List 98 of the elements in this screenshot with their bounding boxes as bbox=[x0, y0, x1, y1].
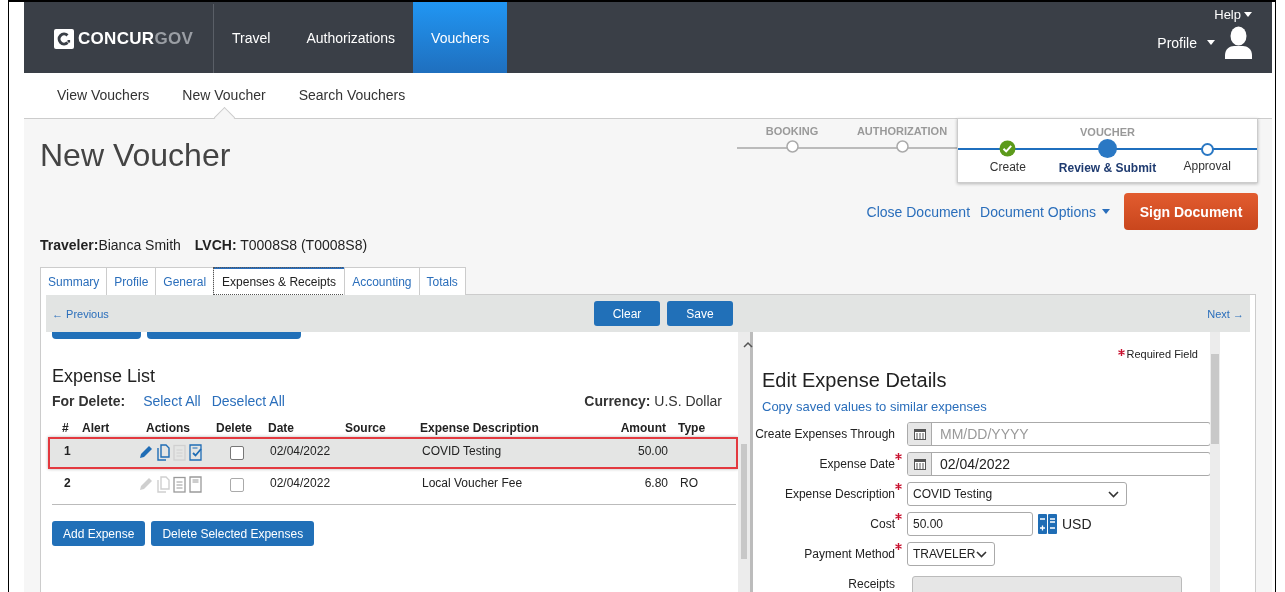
column-header: Alert bbox=[81, 421, 111, 435]
delete-button[interactable]: Delete Selected Expenses bbox=[151, 521, 315, 546]
subnav-link[interactable]: View Vouchers bbox=[57, 73, 150, 117]
tab[interactable]: Totals bbox=[418, 267, 466, 295]
column-header: Type bbox=[677, 421, 707, 435]
link[interactable]: Deselect All bbox=[211, 393, 285, 409]
copy-values-link[interactable]: Copy saved values to similar expenses bbox=[762, 399, 1198, 414]
column-header: Expense Description bbox=[419, 421, 540, 435]
column-header: Delete bbox=[215, 421, 254, 435]
scrollbar[interactable] bbox=[1210, 332, 1220, 592]
cost-field[interactable]: 50.00 bbox=[907, 512, 1033, 536]
required-icon bbox=[1118, 349, 1126, 356]
caret-down-icon bbox=[1102, 209, 1110, 214]
receipts-field[interactable] bbox=[912, 576, 1182, 592]
add-expense-button[interactable]: Add Expense bbox=[52, 521, 146, 546]
table-cell-text: COVID Testing bbox=[421, 443, 503, 458]
date-field[interactable]: 02/04/2022 bbox=[907, 452, 1210, 476]
field-label: Receipts bbox=[848, 577, 895, 591]
field-label: Expense Date bbox=[819, 457, 895, 471]
document-options-menu[interactable]: Document Options bbox=[980, 203, 1110, 220]
tab[interactable]: Accounting bbox=[344, 267, 420, 295]
page-title: New Voucher bbox=[40, 137, 231, 174]
column-header: Amount bbox=[619, 421, 667, 435]
field-label: Create Expenses Through bbox=[755, 427, 895, 441]
traveler-info: Traveler:Bianca Smith bbox=[40, 237, 181, 253]
caret-down-icon bbox=[1244, 12, 1252, 17]
currency-code: USD bbox=[1062, 516, 1092, 532]
calendar-icon[interactable] bbox=[913, 458, 926, 470]
toolbar-button[interactable]: Clear bbox=[594, 301, 660, 326]
link[interactable]: Select All bbox=[143, 393, 201, 409]
subnav-link[interactable]: Search Vouchers bbox=[298, 73, 406, 117]
logo-text: CONCURGOV bbox=[78, 28, 194, 49]
table-cell-text: 02/04/2022 bbox=[269, 475, 332, 490]
panel-title: Edit Expense Details bbox=[762, 369, 948, 392]
table-cell-text: 50.00 bbox=[636, 443, 669, 458]
pencil-icon[interactable] bbox=[138, 444, 154, 460]
step-label: Approval bbox=[1183, 159, 1231, 173]
help-menu[interactable]: Help bbox=[1214, 7, 1252, 22]
document-number: LVCH: T0008S8 (T0008S8) bbox=[194, 237, 368, 253]
table-cell-text: 6.80 bbox=[643, 475, 669, 490]
column-header: Date bbox=[267, 421, 295, 435]
tab[interactable]: Summary bbox=[40, 267, 108, 295]
profile-menu[interactable]: Profile bbox=[1157, 34, 1215, 51]
select-field[interactable]: COVID Testing bbox=[907, 482, 1127, 506]
date-field[interactable]: MM/DD/YYYY bbox=[907, 422, 1210, 446]
stage-label: BOOKING bbox=[764, 124, 820, 139]
next-link[interactable]: Next → bbox=[1207, 307, 1244, 320]
copy-icon[interactable] bbox=[157, 444, 170, 461]
chevron-down-icon bbox=[976, 550, 987, 558]
receipt-check-icon[interactable] bbox=[189, 444, 202, 461]
check-circle-icon bbox=[999, 140, 1017, 157]
select-field[interactable]: TRAVELER bbox=[907, 542, 995, 566]
caret-down-icon bbox=[1207, 40, 1215, 45]
calculator-icon[interactable] bbox=[1038, 514, 1057, 534]
scroll-up-icon[interactable] bbox=[743, 341, 753, 348]
section-title: Expense List bbox=[52, 366, 157, 387]
close-document-link[interactable]: Close Document bbox=[866, 203, 971, 220]
nav-tab[interactable]: Authorizations bbox=[288, 2, 414, 73]
checkbox[interactable] bbox=[230, 478, 244, 492]
toolbar-button[interactable]: Save bbox=[667, 301, 733, 326]
nav-tab[interactable]: Vouchers bbox=[413, 2, 508, 73]
field-label: Expense Description bbox=[784, 487, 895, 501]
logo-icon bbox=[54, 28, 74, 49]
required-icon bbox=[895, 513, 902, 520]
table-cell-text: RO bbox=[679, 475, 699, 490]
field-label: Payment Method bbox=[804, 547, 895, 561]
for-delete-label: For Delete: bbox=[52, 393, 126, 409]
table-cell-text: Local Voucher Fee bbox=[421, 475, 524, 490]
column-header: Source bbox=[344, 421, 387, 435]
previous-link[interactable]: ← Previous bbox=[52, 307, 109, 320]
stage-label: AUTHORIZATION bbox=[855, 124, 949, 139]
checkbox[interactable] bbox=[230, 446, 244, 460]
receipt-icon[interactable] bbox=[189, 476, 202, 493]
table-cell-text: 02/04/2022 bbox=[269, 443, 332, 458]
field-label: Cost bbox=[870, 517, 895, 531]
table-cell-text: 1 bbox=[63, 443, 72, 458]
tab[interactable]: Profile bbox=[106, 267, 157, 295]
column-header: Actions bbox=[145, 421, 191, 435]
required-note: Required Field bbox=[1126, 348, 1198, 360]
table-cell-text: 2 bbox=[63, 475, 72, 490]
required-icon bbox=[895, 453, 902, 460]
currency-info: Currency: U.S. Dollar bbox=[584, 393, 722, 409]
tab[interactable]: Expenses & Receipts bbox=[213, 267, 346, 295]
table-row[interactable]: 1 02/04/2022 COVID Testing 50.00 bbox=[48, 437, 738, 469]
document-icon[interactable] bbox=[173, 476, 186, 493]
required-icon bbox=[895, 483, 902, 490]
sign-document-button[interactable]: Sign Document bbox=[1124, 193, 1258, 230]
chevron-down-icon bbox=[1108, 490, 1119, 498]
stage-label: VOUCHER bbox=[1079, 125, 1136, 140]
avatar-icon[interactable] bbox=[1225, 26, 1252, 59]
step-label: Review & Submit bbox=[1058, 161, 1157, 175]
step-label: Create bbox=[989, 160, 1026, 174]
column-header: # bbox=[61, 421, 70, 435]
tab[interactable]: General bbox=[155, 267, 215, 295]
calendar-icon[interactable] bbox=[913, 428, 926, 440]
required-icon bbox=[895, 543, 902, 550]
table-row[interactable]: 2 02/04/2022 Local Voucher Fee 6.80 RO bbox=[48, 469, 738, 501]
nav-tab[interactable]: Travel bbox=[214, 2, 289, 73]
